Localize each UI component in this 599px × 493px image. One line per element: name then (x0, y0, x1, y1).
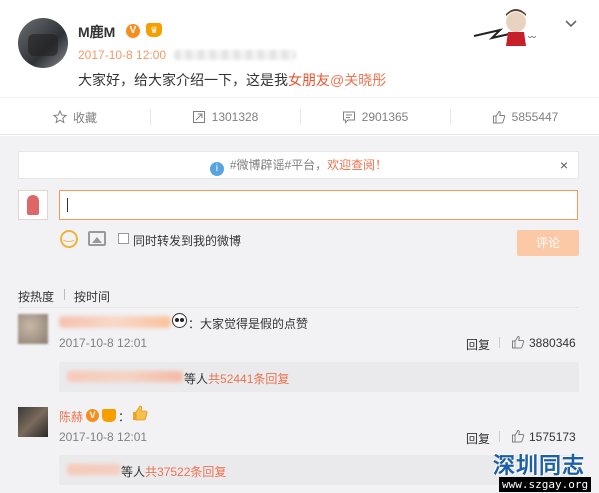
profile-sticker-icon: 〰 (473, 9, 536, 46)
close-icon[interactable]: × (560, 152, 568, 178)
sub-replies-link[interactable]: 共52441条回复 (208, 372, 289, 386)
blurred-commenter-name (59, 316, 171, 328)
panda-emoji-icon (172, 313, 187, 328)
sub-replies-text: 等人共37522条回复 (121, 463, 226, 480)
author-name[interactable]: M鹿M (78, 22, 115, 42)
repost-icon (192, 111, 205, 123)
info-icon: i (209, 162, 224, 176)
sort-underline (18, 307, 579, 308)
text-cursor (67, 198, 68, 212)
author-avatar[interactable] (18, 18, 68, 68)
reply-button[interactable]: 回复 (466, 336, 490, 353)
svg-text:〰: 〰 (528, 33, 536, 42)
vip-crown-icon (102, 409, 116, 422)
reply-button[interactable]: 回复 (466, 430, 490, 447)
comment-colon: ： (118, 410, 131, 424)
favorite-label: 收藏 (72, 110, 97, 125)
rumor-notice-banner: i #微博辟谣#平台，欢迎查阅！ × (18, 151, 579, 179)
reply-divider (499, 337, 500, 348)
post-text-highlight: 女朋友 (288, 72, 330, 88)
blurred-source (174, 50, 296, 60)
sub-replies-box[interactable]: 等人共52441条回复 (59, 362, 579, 392)
post-action-bar: 收藏 1301328 2901365 5855447 (0, 97, 599, 135)
commenter-avatar[interactable] (18, 314, 48, 344)
sub-replies-prefix: 等人 (184, 372, 209, 386)
comment-button[interactable]: 2901365 (300, 98, 450, 136)
comment-like-count: 3880346 (529, 336, 576, 350)
verified-badge-icon: V (86, 409, 99, 422)
blurred-reply-names (67, 371, 183, 382)
favorite-button[interactable]: 收藏 (0, 98, 150, 136)
watermark-url: www.szgay.org (499, 477, 592, 492)
watermark-title: 深圳同志 (493, 453, 586, 479)
thumbs-up-icon[interactable] (511, 429, 525, 443)
comment-timestamp: 2017-10-8 12:01 (59, 430, 148, 444)
reply-divider (499, 431, 500, 442)
weibo-post: M鹿M V ♛ 2017-10-8 12:00 大家好，给大家介绍一下，这是我女… (0, 0, 599, 100)
sub-replies-link[interactable]: 共37522条回复 (145, 465, 226, 479)
thumbs-up-emoji-icon (133, 405, 148, 421)
sort-by-time-tab[interactable]: 按时间 (74, 288, 110, 305)
sub-replies-prefix: 等人 (121, 465, 146, 479)
like-button[interactable]: 5855447 (450, 98, 599, 136)
emoji-icon[interactable] (60, 228, 78, 248)
like-count: 5855447 (511, 110, 559, 124)
blurred-reply-names (67, 464, 121, 475)
post-text-prefix: 大家好，给大家介绍一下，这是我 (78, 72, 288, 88)
sort-by-hot-tab[interactable]: 按热度 (18, 288, 54, 305)
repost-checkbox[interactable] (118, 233, 129, 244)
verified-badge-icon: V (126, 24, 140, 38)
comment-timestamp: 2017-10-8 12:01 (59, 336, 148, 350)
sub-replies-text: 等人共52441条回复 (184, 370, 289, 387)
commenter-name[interactable]: 陈赫 (59, 408, 83, 425)
comment-input[interactable] (59, 190, 578, 220)
chevron-down-icon[interactable] (563, 16, 579, 32)
mention-link[interactable]: @关晓彤 (330, 72, 386, 88)
vip-crown-icon: ♛ (146, 23, 162, 37)
post-timestamp[interactable]: 2017-10-8 12:00 (78, 48, 166, 62)
image-icon[interactable] (88, 231, 106, 246)
sort-divider (64, 289, 65, 300)
repost-button[interactable]: 1301328 (150, 98, 300, 136)
site-watermark: 深圳同志 www.szgay.org (493, 448, 599, 493)
comment-icon (342, 111, 355, 124)
my-avatar[interactable] (18, 190, 48, 220)
repost-count: 1301328 (211, 110, 259, 124)
commenter-avatar[interactable] (18, 407, 48, 437)
thumbs-up-icon (492, 110, 505, 124)
repost-checkbox-label[interactable]: 同时转发到我的微博 (133, 232, 241, 249)
submit-comment-button[interactable]: 评论 (517, 230, 579, 256)
notice-text: #微博辟谣#平台， (229, 158, 328, 172)
comment-text: ：大家觉得是假的点赞 (188, 317, 309, 331)
comment-count: 2901365 (361, 110, 409, 124)
post-text: 大家好，给大家介绍一下，这是我女朋友@关晓彤 (78, 70, 386, 90)
notice-link[interactable]: 欢迎查阅！ (327, 158, 387, 172)
thumbs-up-icon[interactable] (511, 335, 525, 349)
comment-like-count: 1575173 (529, 430, 576, 444)
star-icon (52, 110, 67, 124)
